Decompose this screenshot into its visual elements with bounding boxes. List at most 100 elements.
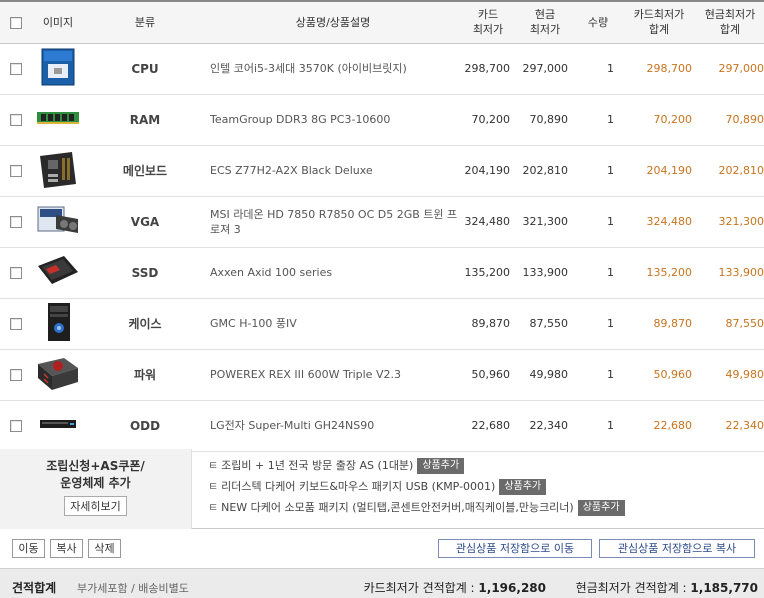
table-row: 메인보드 ECS Z77H2-A2X Black Deluxe 204,190 … bbox=[0, 145, 764, 197]
graphics-card-icon[interactable] bbox=[34, 199, 82, 241]
cash-total: 현금최저가 견적합계 : 1,185,770 bbox=[575, 581, 758, 595]
product-name[interactable]: LG전자 Super-Multi GH24NS90 bbox=[206, 400, 460, 452]
add-product-button[interactable]: 상품추가 bbox=[499, 479, 547, 495]
category-cell: 메인보드 bbox=[84, 145, 206, 197]
cash-sum: 22,340 bbox=[696, 400, 764, 452]
pc-case-icon[interactable] bbox=[34, 301, 82, 343]
card-price: 70,200 bbox=[460, 94, 516, 146]
row-checkbox[interactable] bbox=[10, 216, 22, 228]
card-sum: 324,480 bbox=[622, 196, 696, 248]
quantity-value: 1 bbox=[574, 43, 622, 95]
table-header: 이미지 분류 상품명/상품설명 카드 최저가 현금 최저가 수량 카드최저가 합계 현… bbox=[0, 0, 764, 44]
card-total: 카드최저가 견적합계 : 1,196,280 bbox=[363, 581, 546, 595]
row-checkbox[interactable] bbox=[10, 165, 22, 177]
row-checkbox[interactable] bbox=[10, 114, 22, 126]
ram-stick-icon[interactable] bbox=[34, 97, 82, 139]
optical-drive-icon[interactable] bbox=[34, 403, 82, 445]
header-select-all bbox=[0, 0, 32, 44]
cash-price: 87,550 bbox=[516, 298, 574, 350]
product-name[interactable]: Axxen Axid 100 series bbox=[206, 247, 460, 299]
header-cash-price: 현금 최저가 bbox=[516, 0, 574, 44]
category-cell: VGA bbox=[84, 196, 206, 248]
cash-sum: 133,900 bbox=[696, 247, 764, 299]
product-name[interactable]: 인텔 코어i5-3세대 3570K (아이비브릿지) bbox=[206, 43, 460, 95]
quantity-value: 1 bbox=[574, 196, 622, 248]
card-sum: 135,200 bbox=[622, 247, 696, 299]
cash-price: 70,890 bbox=[516, 94, 574, 146]
category-cell: RAM bbox=[84, 94, 206, 146]
row-checkbox[interactable] bbox=[10, 267, 22, 279]
header-category: 분류 bbox=[84, 0, 206, 44]
quantity-value: 1 bbox=[574, 349, 622, 401]
total-note: 부가세포함 / 배송비별도 bbox=[77, 582, 189, 595]
cash-price: 202,810 bbox=[516, 145, 574, 197]
category-cell: ODD bbox=[84, 400, 206, 452]
save-move-button[interactable]: 관심상품 저장함으로 이동 bbox=[438, 539, 592, 558]
copy-button[interactable]: 복사 bbox=[50, 539, 83, 558]
table-row: ODD LG전자 Super-Multi GH24NS90 22,680 22,… bbox=[0, 400, 764, 452]
table-row: CPU 인텔 코어i5-3세대 3570K (아이비브릿지) 298,700 2… bbox=[0, 43, 764, 95]
addon-option-label: 리더스텍 다케어 키보드&마우스 패키지 USB (KMP-0001) bbox=[221, 480, 496, 493]
cash-sum: 70,890 bbox=[696, 94, 764, 146]
card-sum: 22,680 bbox=[622, 400, 696, 452]
cash-price: 22,340 bbox=[516, 400, 574, 452]
category-cell: CPU bbox=[84, 43, 206, 95]
category-cell: 케이스 bbox=[84, 298, 206, 350]
card-sum: 298,700 bbox=[622, 43, 696, 95]
arrow-icon: ㅌ bbox=[208, 480, 219, 493]
list-item: ㅌ NEW 다케어 소모품 패키지 (멀티탭,콘센트안전커버,매직케이블,만능크리… bbox=[208, 498, 625, 519]
card-price: 324,480 bbox=[460, 196, 516, 248]
row-checkbox[interactable] bbox=[10, 420, 22, 432]
motherboard-icon[interactable] bbox=[34, 148, 82, 190]
cash-sum: 202,810 bbox=[696, 145, 764, 197]
select-all-checkbox[interactable] bbox=[10, 16, 22, 29]
table-row: 케이스 GMC H-100 풍IV 89,870 87,550 1 89,870… bbox=[0, 298, 764, 350]
card-price: 135,200 bbox=[460, 247, 516, 299]
add-product-button[interactable]: 상품추가 bbox=[577, 500, 625, 516]
card-price: 204,190 bbox=[460, 145, 516, 197]
row-checkbox[interactable] bbox=[10, 318, 22, 330]
header-card-price: 카드 최저가 bbox=[460, 0, 516, 44]
row-checkbox[interactable] bbox=[10, 63, 22, 75]
cash-price: 133,900 bbox=[516, 247, 574, 299]
category-cell: 파워 bbox=[84, 349, 206, 401]
quantity-value: 1 bbox=[574, 247, 622, 299]
cpu-box-icon[interactable] bbox=[34, 46, 82, 88]
addon-title: 조립신청+AS쿠폰/ 운영체제 추가 bbox=[46, 459, 145, 490]
row-checkbox[interactable] bbox=[10, 369, 22, 381]
product-name[interactable]: MSI 라데온 HD 7850 R7850 OC D5 2GB 트윈 프로져 3 bbox=[206, 196, 460, 248]
detail-view-button[interactable]: 자세히보기 bbox=[64, 496, 127, 516]
cash-price: 297,000 bbox=[516, 43, 574, 95]
power-supply-icon[interactable] bbox=[34, 352, 82, 394]
move-button[interactable]: 이동 bbox=[12, 539, 45, 558]
card-price: 22,680 bbox=[460, 400, 516, 452]
product-name[interactable]: GMC H-100 풍IV bbox=[206, 298, 460, 350]
card-price: 89,870 bbox=[460, 298, 516, 350]
product-name[interactable]: ECS Z77H2-A2X Black Deluxe bbox=[206, 145, 460, 197]
estimate-total: 견적합계 부가세포함 / 배송비별도 카드최저가 견적합계 : 1,196,28… bbox=[0, 568, 764, 598]
arrow-icon: ㅌ bbox=[208, 459, 219, 472]
add-product-button[interactable]: 상품추가 bbox=[417, 458, 465, 474]
ssd-icon[interactable] bbox=[34, 250, 82, 292]
action-bar: 이동 복사 삭제 관심상품 저장함으로 이동 관심상품 저장함으로 복사 bbox=[0, 536, 764, 560]
product-name[interactable]: POWEREX REX III 600W Triple V2.3 bbox=[206, 349, 460, 401]
card-sum: 50,960 bbox=[622, 349, 696, 401]
table-row: VGA MSI 라데온 HD 7850 R7850 OC D5 2GB 트윈 프… bbox=[0, 196, 764, 248]
addon-options: ㅌ 조립비 + 1년 전국 방문 출장 AS (1대분) 상품추가 ㅌ 리더스텍 다케… bbox=[208, 456, 625, 519]
addon-title-panel: 조립신청+AS쿠폰/ 운영체제 추가 자세히보기 bbox=[0, 449, 192, 529]
card-sum: 89,870 bbox=[622, 298, 696, 350]
delete-button[interactable]: 삭제 bbox=[88, 539, 121, 558]
save-copy-button[interactable]: 관심상품 저장함으로 복사 bbox=[599, 539, 755, 558]
addon-option-label: 조립비 + 1년 전국 방문 출장 AS (1대분) bbox=[221, 459, 414, 472]
card-price: 50,960 bbox=[460, 349, 516, 401]
cash-sum: 297,000 bbox=[696, 43, 764, 95]
table-row: RAM TeamGroup DDR3 8G PC3-10600 70,200 7… bbox=[0, 94, 764, 146]
header-image: 이미지 bbox=[32, 0, 84, 44]
card-sum: 70,200 bbox=[622, 94, 696, 146]
product-name[interactable]: TeamGroup DDR3 8G PC3-10600 bbox=[206, 94, 460, 146]
arrow-icon: ㅌ bbox=[208, 501, 219, 514]
header-product: 상품명/상품설명 bbox=[206, 0, 460, 44]
quantity-value: 1 bbox=[574, 400, 622, 452]
header-cash-sum: 현금최저가 합계 bbox=[696, 0, 764, 44]
quantity-value: 1 bbox=[574, 298, 622, 350]
